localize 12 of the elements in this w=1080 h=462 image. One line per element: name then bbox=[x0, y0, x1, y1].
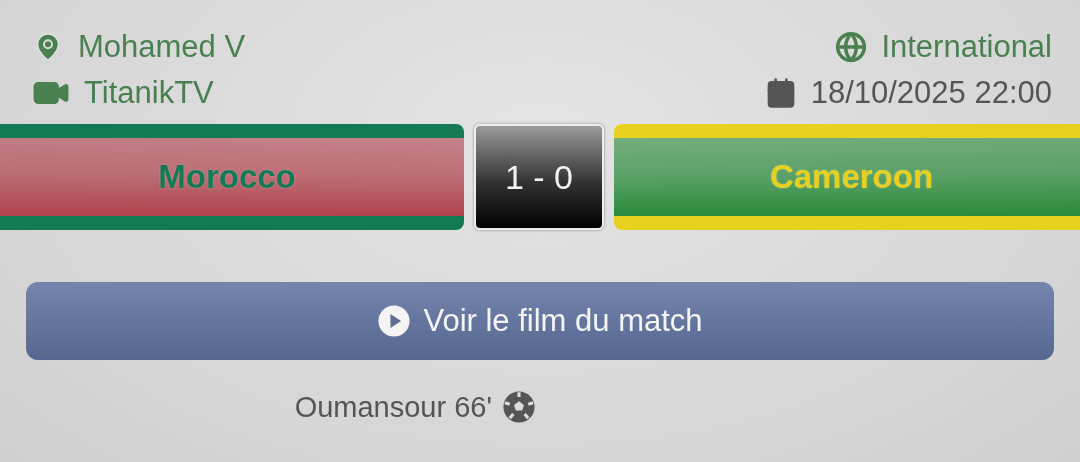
away-team-name: Cameroon bbox=[769, 158, 934, 196]
home-team-name: Morocco bbox=[158, 158, 296, 196]
venue-name: Mohamed V bbox=[78, 29, 246, 65]
globe-icon bbox=[835, 31, 868, 63]
play-icon bbox=[377, 304, 412, 338]
goal-scorer: Oumansour 66' bbox=[294, 390, 492, 424]
match-datetime: 18/10/2025 22:00 bbox=[810, 75, 1052, 111]
competition-name: International bbox=[881, 29, 1052, 65]
soccer-ball-icon bbox=[502, 390, 536, 424]
broadcaster-name: TitanikTV bbox=[84, 75, 214, 111]
watch-video-button[interactable]: Voir le film du match bbox=[26, 282, 1054, 360]
match-score: 1 - 0 bbox=[474, 124, 604, 230]
